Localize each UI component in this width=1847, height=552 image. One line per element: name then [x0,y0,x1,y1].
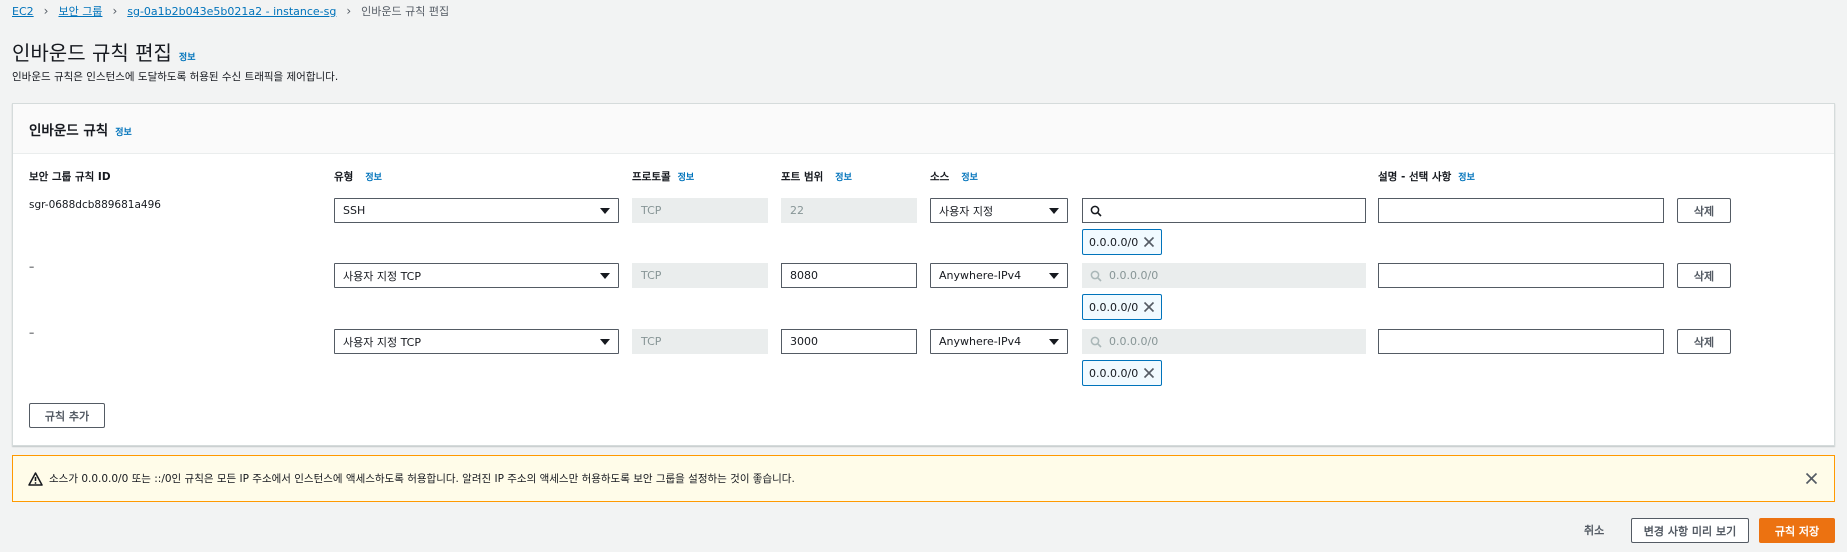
cidr-token: 0.0.0.0/0 [1082,294,1162,320]
delete-button[interactable]: 삭제 [1677,198,1731,223]
page-subtitle: 인바운드 규칙은 인스턴스에 도달하도록 허용된 수신 트래픽을 제어합니다. [12,71,339,83]
type-select[interactable]: SSH [334,198,619,223]
warning-text: 소스가 0.0.0.0/0 또는 ::/0인 규칙은 모든 IP 주소에서 인스… [49,473,795,485]
page-info-link[interactable]: 정보 [179,50,196,63]
caret-down-icon [1049,339,1059,345]
cidr-token-label: 0.0.0.0/0 [1089,300,1139,314]
col-type-label: 유형 [334,171,354,183]
cidr-token: 0.0.0.0/0 [1082,360,1162,386]
protocol-field: TCP [632,329,768,354]
type-select-value: SSH [343,204,366,217]
col-description: 설명 - 선택 사항 정보 [1378,169,1475,184]
close-icon[interactable] [1143,301,1155,313]
col-description-label: 설명 - 선택 사항 [1378,171,1452,183]
inbound-rules-panel: 인바운드 규칙 정보 보안 그룹 규칙 ID 유형 정보 프로토콜 정보 포트 … [12,103,1835,446]
col-protocol-label: 프로토콜 [632,171,671,183]
description-input[interactable] [1378,263,1664,288]
rule-id: – [29,261,35,273]
source-select-value: 사용자 지정 [939,204,994,218]
caret-down-icon [600,208,610,214]
cidr-search-input[interactable] [1082,198,1366,223]
rule-id: – [29,327,35,339]
panel-title: 인바운드 규칙 [29,123,109,139]
source-select[interactable]: 사용자 지정 [930,198,1068,223]
chevron-right-icon: › [43,4,49,18]
col-port-info-link[interactable]: 정보 [835,170,852,183]
panel-info-link[interactable]: 정보 [115,125,132,138]
cidr-search-value: 0.0.0.0/0 [1109,269,1159,282]
search-icon [1090,205,1102,217]
caret-down-icon [600,273,610,279]
save-rules-button[interactable]: 규칙 저장 [1759,518,1835,543]
col-port: 포트 범위 정보 [781,169,852,184]
preview-changes-button[interactable]: 변경 사항 미리 보기 [1631,518,1749,543]
type-select-value: 사용자 지정 TCP [343,269,421,283]
chevron-right-icon: › [112,4,118,18]
caret-down-icon [1049,273,1059,279]
breadcrumb-security-group[interactable]: sg-0a1b2b043e5b021a2 - instance-sg [127,5,336,18]
type-select[interactable]: 사용자 지정 TCP [334,263,619,288]
close-icon[interactable] [1143,236,1155,248]
close-icon[interactable] [1805,472,1818,485]
chevron-right-icon: › [346,4,352,18]
source-select-value: Anywhere-IPv4 [939,335,1022,348]
cancel-button[interactable]: 취소 [1584,522,1604,538]
breadcrumb-security-groups[interactable]: 보안 그룹 [58,3,102,19]
type-select[interactable]: 사용자 지정 TCP [334,329,619,354]
protocol-field: TCP [632,198,768,223]
warning-alert: 소스가 0.0.0.0/0 또는 ::/0인 규칙은 모든 IP 주소에서 인스… [12,455,1835,502]
breadcrumb: EC2 › 보안 그룹 › sg-0a1b2b043e5b021a2 - ins… [12,3,449,19]
warning-icon [28,471,43,486]
caret-down-icon [1049,208,1059,214]
col-type: 유형 정보 [334,169,382,184]
col-rule-id-label: 보안 그룹 규칙 ID [29,171,111,183]
cidr-search-input: 0.0.0.0/0 [1082,263,1366,288]
close-icon[interactable] [1143,367,1155,379]
type-select-value: 사용자 지정 TCP [343,335,421,349]
search-icon [1090,270,1102,282]
source-select[interactable]: Anywhere-IPv4 [930,263,1068,288]
breadcrumb-ec2[interactable]: EC2 [12,5,34,18]
panel-header: 인바운드 규칙 정보 [13,104,1834,154]
protocol-field: TCP [632,263,768,288]
search-icon [1090,336,1102,348]
delete-button[interactable]: 삭제 [1677,263,1731,288]
col-type-info-link[interactable]: 정보 [365,170,382,183]
col-protocol: 프로토콜 정보 [632,169,694,184]
col-source-info-link[interactable]: 정보 [961,170,978,183]
cidr-search-input: 0.0.0.0/0 [1082,329,1366,354]
add-rule-button[interactable]: 규칙 추가 [29,403,105,428]
rule-id: sgr-0688dcb889681a496 [29,199,161,211]
page-title: 인바운드 규칙 편집 [12,41,172,65]
source-select[interactable]: Anywhere-IPv4 [930,329,1068,354]
cidr-search-value: 0.0.0.0/0 [1109,335,1159,348]
col-protocol-info-link[interactable]: 정보 [678,170,695,183]
port-range-field: 22 [781,198,917,223]
col-source-label: 소스 [930,171,950,183]
port-range-field[interactable]: 3000 [781,329,917,354]
caret-down-icon [600,339,610,345]
breadcrumb-current: 인바운드 규칙 편집 [361,5,450,18]
col-port-label: 포트 범위 [781,171,824,183]
cidr-token: 0.0.0.0/0 [1082,229,1162,255]
source-select-value: Anywhere-IPv4 [939,269,1022,282]
col-description-info-link[interactable]: 정보 [1458,170,1475,183]
panel-title-wrap: 인바운드 규칙 정보 [29,119,132,139]
port-range-field[interactable]: 8080 [781,263,917,288]
col-source: 소스 정보 [930,169,978,184]
delete-button[interactable]: 삭제 [1677,329,1731,354]
description-input[interactable] [1378,329,1664,354]
page-title-wrap: 인바운드 규칙 편집 정보 [12,37,195,66]
col-rule-id: 보안 그룹 규칙 ID [29,169,111,184]
cidr-token-label: 0.0.0.0/0 [1089,235,1139,249]
cidr-token-label: 0.0.0.0/0 [1089,366,1139,380]
description-input[interactable] [1378,198,1664,223]
